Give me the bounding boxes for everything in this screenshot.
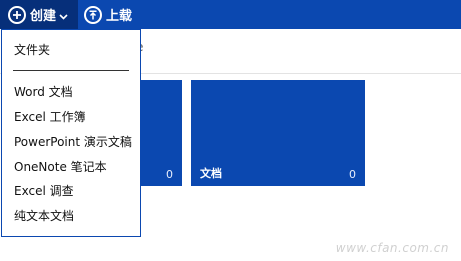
create-button[interactable]: 创建 [0, 0, 78, 29]
folder-tile[interactable]: 0 [138, 80, 182, 186]
menu-item-powerpoint[interactable]: PowerPoint 演示文稿 [14, 133, 132, 150]
top-toolbar: 创建 上载 [0, 0, 461, 29]
tile-count: 0 [166, 168, 173, 181]
upload-label: 上载 [106, 9, 133, 24]
menu-item-plain-text[interactable]: 纯文本文档 [14, 207, 74, 224]
menu-item-excel[interactable]: Excel 工作簿 [14, 108, 86, 125]
menu-item-onenote[interactable]: OneNote 笔记本 [14, 158, 107, 175]
create-dropdown-menu: 文件夹 Word 文档 Excel 工作簿 PowerPoint 演示文稿 On… [1, 29, 141, 237]
menu-item-excel-survey[interactable]: Excel 调查 [14, 182, 74, 199]
folder-tile-documents[interactable]: 文档 0 [191, 80, 365, 186]
plus-circle-icon [8, 5, 26, 24]
create-label: 创建 [30, 9, 57, 24]
tile-name: 文档 [200, 167, 222, 180]
menu-divider [13, 70, 129, 71]
tile-count: 0 [349, 168, 356, 181]
upload-circle-icon [84, 5, 102, 24]
menu-item-word[interactable]: Word 文档 [14, 83, 73, 100]
chevron-down-icon [59, 5, 68, 24]
upload-button[interactable]: 上载 [84, 0, 132, 29]
menu-item-folder[interactable]: 文件夹 [14, 41, 50, 58]
watermark: www.cfan.com.cn [335, 241, 449, 255]
